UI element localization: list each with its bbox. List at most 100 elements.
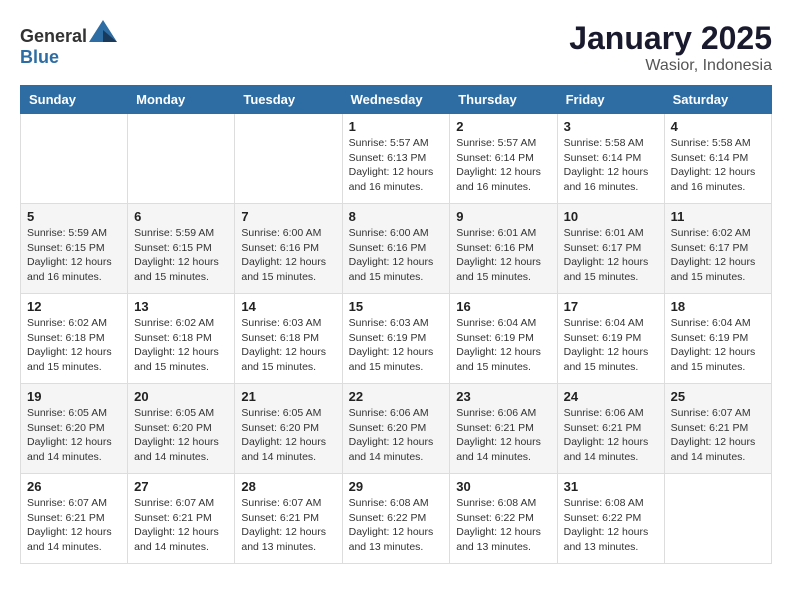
- calendar-cell: 20 Sunrise: 6:05 AM Sunset: 6:20 PM Dayli…: [128, 384, 235, 474]
- day-info: Sunrise: 6:03 AM Sunset: 6:19 PM Dayligh…: [349, 316, 444, 375]
- day-number: 26: [27, 479, 121, 494]
- week-row-2: 5Sunrise: 5:59 AM Sunset: 6:15 PM Daylig…: [21, 204, 772, 294]
- day-number: 28: [241, 479, 335, 494]
- calendar-cell: 18 Sunrise: 6:04 AM Sunset: 6:19 PM Dayli…: [664, 294, 771, 384]
- day-number: 15: [349, 299, 444, 314]
- day-info: Sunrise: 6:05 AM Sunset: 6:20 PM Dayligh…: [134, 406, 228, 465]
- day-number: 7: [241, 209, 335, 224]
- weekday-header-tuesday: Tuesday: [235, 86, 342, 114]
- day-info: Sunrise: 6:03 AM Sunset: 6:18 PM Dayligh…: [241, 316, 335, 375]
- calendar-cell: 19Sunrise: 6:05 AM Sunset: 6:20 PM Dayli…: [21, 384, 128, 474]
- day-number: 3: [564, 119, 658, 134]
- calendar-cell: 8 Sunrise: 6:00 AM Sunset: 6:16 PM Daylig…: [342, 204, 450, 294]
- day-info: Sunrise: 6:08 AM Sunset: 6:22 PM Dayligh…: [456, 496, 550, 555]
- day-number: 8: [349, 209, 444, 224]
- calendar-cell: 6 Sunrise: 5:59 AM Sunset: 6:15 PM Daylig…: [128, 204, 235, 294]
- day-info: Sunrise: 6:02 AM Sunset: 6:18 PM Dayligh…: [134, 316, 228, 375]
- calendar-cell: 28 Sunrise: 6:07 AM Sunset: 6:21 PM Dayli…: [235, 474, 342, 564]
- day-number: 6: [134, 209, 228, 224]
- day-number: 9: [456, 209, 550, 224]
- day-number: 17: [564, 299, 658, 314]
- calendar-cell: 11 Sunrise: 6:02 AM Sunset: 6:17 PM Dayli…: [664, 204, 771, 294]
- day-number: 21: [241, 389, 335, 404]
- day-info: Sunrise: 6:06 AM Sunset: 6:21 PM Dayligh…: [564, 406, 658, 465]
- day-number: 1: [349, 119, 444, 134]
- logo: General Blue: [20, 20, 117, 68]
- day-number: 23: [456, 389, 550, 404]
- day-number: 30: [456, 479, 550, 494]
- day-info: Sunrise: 5:57 AM Sunset: 6:13 PM Dayligh…: [349, 136, 444, 195]
- day-info: Sunrise: 5:59 AM Sunset: 6:15 PM Dayligh…: [27, 226, 121, 285]
- day-info: Sunrise: 6:04 AM Sunset: 6:19 PM Dayligh…: [456, 316, 550, 375]
- calendar-cell: [235, 114, 342, 204]
- calendar-subtitle: Wasior, Indonesia: [569, 57, 772, 75]
- day-number: 18: [671, 299, 765, 314]
- day-number: 22: [349, 389, 444, 404]
- day-info: Sunrise: 5:59 AM Sunset: 6:15 PM Dayligh…: [134, 226, 228, 285]
- calendar-cell: 21 Sunrise: 6:05 AM Sunset: 6:20 PM Dayli…: [235, 384, 342, 474]
- calendar-cell: 9 Sunrise: 6:01 AM Sunset: 6:16 PM Daylig…: [450, 204, 557, 294]
- day-info: Sunrise: 5:58 AM Sunset: 6:14 PM Dayligh…: [671, 136, 765, 195]
- day-number: 2: [456, 119, 550, 134]
- calendar-cell: 26 Sunrise: 6:07 AM Sunset: 6:21 PM Dayli…: [21, 474, 128, 564]
- day-info: Sunrise: 6:07 AM Sunset: 6:21 PM Dayligh…: [671, 406, 765, 465]
- day-info: Sunrise: 6:01 AM Sunset: 6:17 PM Dayligh…: [564, 226, 658, 285]
- day-info: Sunrise: 6:06 AM Sunset: 6:20 PM Dayligh…: [349, 406, 444, 465]
- calendar-cell: 2 Sunrise: 5:57 AM Sunset: 6:14 PM Daylig…: [450, 114, 557, 204]
- calendar-cell: 7 Sunrise: 6:00 AM Sunset: 6:16 PM Daylig…: [235, 204, 342, 294]
- day-number: 16: [456, 299, 550, 314]
- week-row-5: 26 Sunrise: 6:07 AM Sunset: 6:21 PM Dayli…: [21, 474, 772, 564]
- logo-icon: [89, 20, 117, 42]
- day-number: 11: [671, 209, 765, 224]
- day-info: Sunrise: 6:08 AM Sunset: 6:22 PM Dayligh…: [349, 496, 444, 555]
- calendar-cell: 25 Sunrise: 6:07 AM Sunset: 6:21 PM Dayli…: [664, 384, 771, 474]
- day-info: Sunrise: 6:04 AM Sunset: 6:19 PM Dayligh…: [564, 316, 658, 375]
- title-section: January 2025 Wasior, Indonesia: [569, 20, 772, 75]
- day-info: Sunrise: 6:07 AM Sunset: 6:21 PM Dayligh…: [241, 496, 335, 555]
- calendar-cell: 4 Sunrise: 5:58 AM Sunset: 6:14 PM Daylig…: [664, 114, 771, 204]
- day-number: 10: [564, 209, 658, 224]
- day-info: Sunrise: 6:08 AM Sunset: 6:22 PM Dayligh…: [564, 496, 658, 555]
- calendar-cell: 1 Sunrise: 5:57 AM Sunset: 6:13 PM Daylig…: [342, 114, 450, 204]
- day-info: Sunrise: 5:58 AM Sunset: 6:14 PM Dayligh…: [564, 136, 658, 195]
- day-number: 12: [27, 299, 121, 314]
- calendar-cell: 17 Sunrise: 6:04 AM Sunset: 6:19 PM Dayli…: [557, 294, 664, 384]
- calendar-title: January 2025: [569, 20, 772, 57]
- day-info: Sunrise: 6:04 AM Sunset: 6:19 PM Dayligh…: [671, 316, 765, 375]
- weekday-header-sunday: Sunday: [21, 86, 128, 114]
- day-number: 24: [564, 389, 658, 404]
- day-info: Sunrise: 6:06 AM Sunset: 6:21 PM Dayligh…: [456, 406, 550, 465]
- day-number: 25: [671, 389, 765, 404]
- logo-general: General: [20, 26, 87, 46]
- weekday-header-friday: Friday: [557, 86, 664, 114]
- calendar-cell: 5Sunrise: 5:59 AM Sunset: 6:15 PM Daylig…: [21, 204, 128, 294]
- calendar-cell: 22 Sunrise: 6:06 AM Sunset: 6:20 PM Dayli…: [342, 384, 450, 474]
- day-number: 20: [134, 389, 228, 404]
- day-info: Sunrise: 6:05 AM Sunset: 6:20 PM Dayligh…: [241, 406, 335, 465]
- day-info: Sunrise: 5:57 AM Sunset: 6:14 PM Dayligh…: [456, 136, 550, 195]
- day-number: 13: [134, 299, 228, 314]
- day-info: Sunrise: 6:00 AM Sunset: 6:16 PM Dayligh…: [241, 226, 335, 285]
- calendar-cell: [128, 114, 235, 204]
- logo-text: General Blue: [20, 20, 117, 68]
- day-info: Sunrise: 6:00 AM Sunset: 6:16 PM Dayligh…: [349, 226, 444, 285]
- calendar-cell: 30 Sunrise: 6:08 AM Sunset: 6:22 PM Dayli…: [450, 474, 557, 564]
- day-info: Sunrise: 6:07 AM Sunset: 6:21 PM Dayligh…: [27, 496, 121, 555]
- day-info: Sunrise: 6:07 AM Sunset: 6:21 PM Dayligh…: [134, 496, 228, 555]
- logo-blue: Blue: [20, 47, 59, 67]
- calendar-table: SundayMondayTuesdayWednesdayThursdayFrid…: [20, 85, 772, 564]
- day-info: Sunrise: 6:02 AM Sunset: 6:17 PM Dayligh…: [671, 226, 765, 285]
- weekday-header-saturday: Saturday: [664, 86, 771, 114]
- day-info: Sunrise: 6:01 AM Sunset: 6:16 PM Dayligh…: [456, 226, 550, 285]
- weekday-header-wednesday: Wednesday: [342, 86, 450, 114]
- page-header: General Blue January 2025 Wasior, Indone…: [20, 20, 772, 75]
- day-info: Sunrise: 6:05 AM Sunset: 6:20 PM Dayligh…: [27, 406, 121, 465]
- calendar-cell: 16 Sunrise: 6:04 AM Sunset: 6:19 PM Dayli…: [450, 294, 557, 384]
- calendar-cell: 27Sunrise: 6:07 AM Sunset: 6:21 PM Dayli…: [128, 474, 235, 564]
- calendar-cell: 12 Sunrise: 6:02 AM Sunset: 6:18 PM Dayli…: [21, 294, 128, 384]
- weekday-header-thursday: Thursday: [450, 86, 557, 114]
- day-info: Sunrise: 6:02 AM Sunset: 6:18 PM Dayligh…: [27, 316, 121, 375]
- day-number: 4: [671, 119, 765, 134]
- calendar-cell: 24 Sunrise: 6:06 AM Sunset: 6:21 PM Dayli…: [557, 384, 664, 474]
- calendar-cell: [664, 474, 771, 564]
